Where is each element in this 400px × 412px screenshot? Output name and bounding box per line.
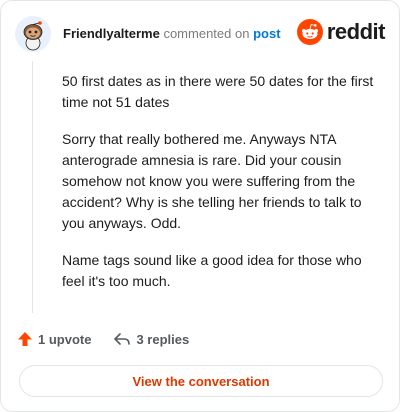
view-conversation-label: View the conversation <box>132 373 270 389</box>
user-avatar[interactable] <box>15 16 51 52</box>
replies-button[interactable]: 3 replies <box>113 331 189 347</box>
username-link[interactable]: Friendlyalterme <box>63 26 160 41</box>
upvote-button[interactable]: 1 upvote <box>17 331 91 347</box>
reddit-logo[interactable]: reddit <box>296 19 386 45</box>
view-conversation-button[interactable]: View the conversation <box>19 365 383 397</box>
replies-count: 3 replies <box>136 331 190 347</box>
logo-wordmark: reddit <box>326 19 386 44</box>
comment-embed-card: Friendlyalterme commented on post reddit… <box>0 0 400 412</box>
comment-actions: 1 upvote 3 replies <box>17 331 189 347</box>
comment-paragraph: Name tags sound like a good idea for tho… <box>62 252 362 289</box>
comment-byline: Friendlyalterme commented on post <box>63 26 281 42</box>
thread-line <box>32 61 33 313</box>
reddit-logo-icon <box>296 19 323 45</box>
comment-body: 50 first dates as in there were 50 dates… <box>62 71 380 308</box>
comment-header: Friendlyalterme commented on post reddit <box>15 15 386 53</box>
comment-paragraph: Sorry that really bothered me. Anyways N… <box>62 131 362 231</box>
action-text: commented on <box>163 26 250 41</box>
upvote-count: 1 upvote <box>38 331 92 347</box>
comment-paragraph: 50 first dates as in there were 50 dates… <box>62 73 374 110</box>
reply-arrow-icon <box>114 333 131 345</box>
snoo-avatar-icon <box>15 16 51 52</box>
upvote-arrow-icon <box>18 332 32 346</box>
post-link[interactable]: post <box>253 26 280 41</box>
